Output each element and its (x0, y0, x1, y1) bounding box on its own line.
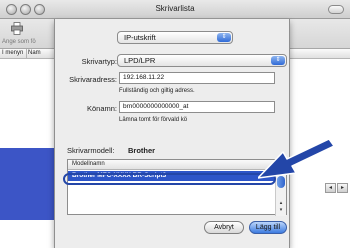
model-value: Brother (128, 146, 156, 155)
queue-hint: Lämna tomt för förvald kö (119, 117, 188, 123)
printer-list-header: I menyn Nam (0, 49, 54, 59)
model-list-header[interactable]: Modellnamn (68, 160, 286, 170)
protocol-popup-value: IP-utskrift (124, 33, 156, 42)
model-list[interactable]: Modellnamn Brother MFC-XXXX BR-Script3 ▴… (67, 159, 287, 216)
callout-arrow-icon (258, 140, 335, 179)
chevron-updown-icon: ⇕ (271, 56, 285, 65)
add-button[interactable]: Lägg till (249, 221, 287, 234)
window-titlebar: Skrivarlista (0, 0, 350, 19)
chevron-updown-icon: ⇕ (217, 33, 231, 42)
address-label: Skrivaradress: (69, 75, 117, 84)
scroll-down-arrow[interactable]: ▾ (277, 207, 285, 213)
address-hint: Fullständig och giltig adress. (119, 88, 195, 94)
screen: Skrivarlista Ange som fö I menyn Nam ◂ ▸… (0, 0, 350, 248)
printer-type-popup[interactable]: LPD/LPR ⇕ (117, 54, 287, 67)
scroll-up-arrow[interactable]: ▴ (277, 200, 285, 206)
address-field[interactable]: 192.168.11.22 (119, 72, 275, 84)
column-name[interactable]: Nam (28, 50, 41, 56)
window-title: Skrivarlista (155, 4, 195, 13)
queue-field[interactable]: brn0000000000000_at (119, 101, 275, 113)
printer-type-value: LPD/LPR (124, 56, 156, 65)
add-printer-sheet: IP-utskrift ⇕ Skrivartyp: LPD/LPR ⇕ Skri… (54, 19, 290, 248)
protocol-popup[interactable]: IP-utskrift ⇕ (117, 31, 233, 44)
scroll-right-button[interactable]: ▸ (337, 183, 348, 193)
column-in-menu[interactable]: I menyn (2, 50, 23, 56)
printer-icon (11, 22, 23, 35)
queue-label: Könamn: (86, 104, 117, 113)
selection-highlight-outline (63, 173, 276, 185)
model-label: Skrivarmodell: (67, 146, 115, 155)
make-default-label: Ange som fö (2, 39, 36, 45)
cancel-button[interactable]: Avbryt (204, 221, 244, 234)
column-separator (26, 49, 27, 59)
list-header-right (290, 49, 350, 59)
toolbar-toggle-button[interactable] (328, 5, 344, 14)
printer-type-label: Skrivartyp: (81, 57, 117, 66)
